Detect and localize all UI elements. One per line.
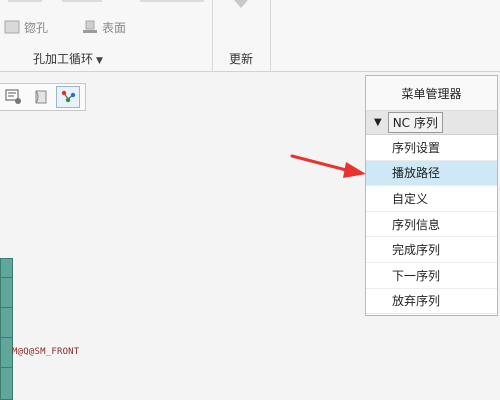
menu-item[interactable]: 序列信息 xyxy=(366,212,497,238)
tool-path-button[interactable] xyxy=(29,86,53,108)
update-group-label: 更新 xyxy=(229,52,254,66)
menu-manager-title: 菜单管理器 xyxy=(366,76,497,111)
nc-sequence-button[interactable] xyxy=(56,86,80,108)
menu-item[interactable]: 播放路径 xyxy=(366,160,497,187)
mini-toolbar xyxy=(0,83,86,111)
nc-sequence-menu-header[interactable]: ▼ NC 序列 xyxy=(366,111,497,135)
countersink-label: 锪孔 xyxy=(24,20,49,35)
sequence-setup-icon xyxy=(5,89,21,104)
collapse-triangle-icon: ▼ xyxy=(374,117,382,128)
workpiece-model[interactable] xyxy=(0,258,13,400)
surface-button[interactable]: 表面 xyxy=(82,16,138,38)
arrow-shaft xyxy=(290,154,352,173)
menu-manager: 菜单管理器 ▼ NC 序列 序列设置 播放路径 自定义 序列信息 完成序列 下一序列 放弃序… xyxy=(365,75,498,316)
hole-cycle-group-label[interactable]: 孔加工循环 ▼ xyxy=(33,50,103,67)
ribbon-top-clipped xyxy=(0,0,500,6)
datum-plane-label: M@Q@SM_FRONT xyxy=(12,347,80,357)
countersink-icon xyxy=(4,20,20,34)
menu-item[interactable]: 自定义 xyxy=(366,186,497,212)
menu-item[interactable]: 放弃序列 xyxy=(366,289,497,315)
nc-sequence-header-label: NC 序列 xyxy=(387,112,443,133)
ribbon-row: 锪孔 表面 xyxy=(4,16,138,38)
group-separator xyxy=(212,0,213,72)
ribbon: 锪孔 表面 孔加工循环 ▼ 更新 xyxy=(0,0,500,72)
menu-item[interactable]: 下一序列 xyxy=(366,263,497,289)
surface-icon xyxy=(83,20,98,33)
nc-sequence-icon xyxy=(61,90,76,103)
red-arrow-annotation xyxy=(290,154,366,178)
menu-item[interactable]: 完成序列 xyxy=(366,237,497,263)
chevron-down-icon: ▼ xyxy=(96,56,103,66)
surface-label: 表面 xyxy=(102,20,127,35)
countersink-button[interactable]: 锪孔 xyxy=(4,16,60,38)
sequence-setup-button[interactable] xyxy=(2,86,26,108)
group-separator-2 xyxy=(270,0,271,72)
menu-item[interactable]: 序列设置 xyxy=(366,135,497,161)
regenerate-icon[interactable] xyxy=(232,0,250,10)
hole-cycle-group-text: 孔加工循环 xyxy=(33,52,94,66)
arrow-head xyxy=(343,162,366,178)
tool-path-icon xyxy=(35,90,47,104)
menu-item-list: 序列设置 播放路径 自定义 序列信息 完成序列 下一序列 放弃序列 xyxy=(366,135,497,315)
